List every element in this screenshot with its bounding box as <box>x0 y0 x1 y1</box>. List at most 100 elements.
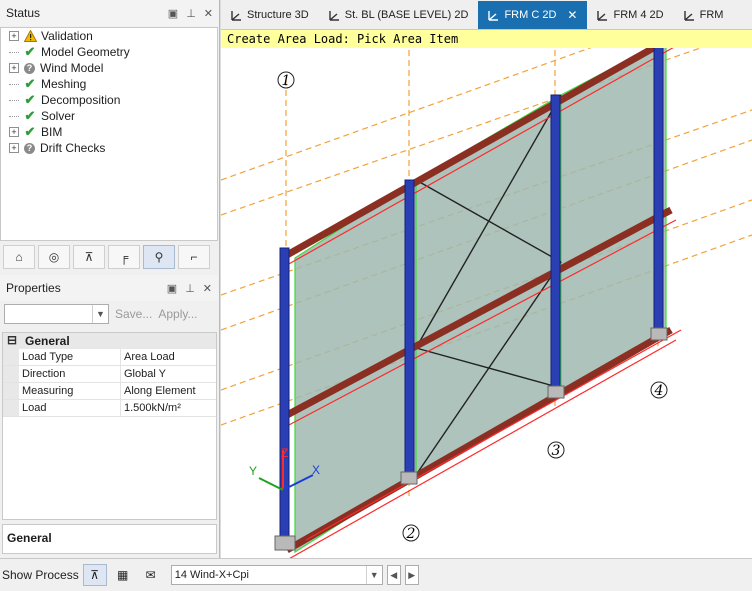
property-row[interactable]: Direction Global Y <box>3 366 216 383</box>
tree-connector <box>9 83 19 85</box>
property-row[interactable]: Measuring Along Element <box>3 383 216 400</box>
property-key: Direction <box>19 366 121 382</box>
mail-icon[interactable]: ✉ <box>139 564 163 586</box>
status-item[interactable]: ✔ Model Geometry <box>1 44 217 60</box>
chevron-down-icon: ▼ <box>365 566 382 584</box>
tab-frm-4-2d[interactable]: FRM 4 2D <box>587 1 673 29</box>
status-item-label: Meshing <box>41 77 87 91</box>
load-case-value: 14 Wind-X+Cpi <box>174 569 249 581</box>
axis-z-label: Z <box>281 446 288 460</box>
property-key: Load <box>19 400 121 416</box>
status-item-label: Decomposition <box>41 93 121 107</box>
status-panel-title: Status <box>6 6 41 20</box>
status-item-label: Drift Checks <box>40 141 106 155</box>
column-view-button[interactable]: ╒ <box>108 245 140 269</box>
lock-view-button[interactable]: ⚲ <box>143 245 175 269</box>
property-row[interactable]: Load Type Area Load <box>3 349 216 366</box>
tab-label: FRM <box>699 9 724 21</box>
unknown-status-icon: ? <box>24 62 35 74</box>
property-category[interactable]: ⊟ General <box>3 333 216 349</box>
property-grid: ⊟ General Load Type Area Load Direction … <box>2 332 217 520</box>
property-row[interactable]: Load 1.500kN/m² <box>3 400 216 417</box>
left-pane: Status ▣ ⊥ ✕ + Validation ✔ Model Geometry +… <box>0 0 220 558</box>
axis-y-label: Y <box>249 464 257 478</box>
close-icon[interactable]: ✕ <box>204 7 213 20</box>
status-item[interactable]: + Validation <box>1 28 217 44</box>
show-process-label: Show Process <box>2 568 79 582</box>
structure-drawing[interactable]: 1 2 3 4 Z X Y <box>221 30 752 558</box>
check-icon: ✔ <box>24 44 36 59</box>
unknown-status-icon: ? <box>24 142 35 154</box>
property-set-select[interactable]: ▼ <box>4 304 109 324</box>
status-panel-header: Status ▣ ⊥ ✕ <box>0 0 219 26</box>
status-tree: + Validation ✔ Model Geometry +? Wind Model ✔ M… <box>0 27 218 241</box>
status-item[interactable]: + ✔ BIM <box>1 124 217 140</box>
pin-icon[interactable]: ⊥ <box>186 7 196 20</box>
save-button[interactable]: Save... <box>115 307 152 321</box>
status-item-label: Model Geometry <box>41 45 130 59</box>
collapse-icon[interactable]: ⊟ <box>7 334 19 347</box>
grid-marker-4: 4 <box>654 383 664 399</box>
show-mesh-button[interactable]: ▦ <box>111 564 135 586</box>
tab-base-level-2d[interactable]: St. BL (BASE LEVEL) 2D <box>319 1 479 29</box>
status-item[interactable]: +? Wind Model <box>1 60 217 76</box>
property-description: General <box>2 524 217 554</box>
show-load-button[interactable]: ⊼ <box>82 564 107 586</box>
status-item[interactable]: ✔ Solver <box>1 108 217 124</box>
tree-connector <box>9 115 19 117</box>
property-value[interactable]: Global Y <box>121 366 216 382</box>
tab-frm-c-2d[interactable]: FRM C 2D ✕ <box>478 1 588 29</box>
property-key: Load Type <box>19 349 121 365</box>
properties-panel-title: Properties <box>6 281 61 295</box>
expand-icon[interactable]: + <box>9 127 19 137</box>
status-item[interactable]: ✔ Meshing <box>1 76 217 92</box>
close-icon[interactable]: ✕ <box>203 282 212 295</box>
status-item[interactable]: ✔ Decomposition <box>1 92 217 108</box>
apply-button[interactable]: Apply... <box>158 307 197 321</box>
grid-marker-1: 1 <box>282 73 291 89</box>
wall-panels[interactable] <box>294 39 667 554</box>
tab-label: FRM 4 2D <box>613 9 664 21</box>
previous-case-button[interactable]: ◀ <box>386 565 401 585</box>
frame-view-button[interactable]: ⌂ <box>3 245 35 269</box>
property-category-label: General <box>25 334 70 348</box>
status-item-label: Solver <box>41 109 76 123</box>
tab-structure-3d[interactable]: Structure 3D <box>221 1 319 29</box>
property-value[interactable]: Along Element <box>121 383 216 399</box>
properties-panel-header: Properties ▣ ⊥ ✕ <box>0 275 218 301</box>
tab-frm[interactable]: FRM <box>674 1 734 29</box>
check-icon: ✔ <box>24 76 36 91</box>
property-value[interactable]: 1.500kN/m² <box>121 400 216 416</box>
command-hint: Create Area Load: Pick Area Item <box>221 30 752 48</box>
pin-icon[interactable]: ⊥ <box>185 282 195 295</box>
load-case-select[interactable]: 14 Wind-X+Cpi ▼ <box>170 565 383 585</box>
model-viewport[interactable]: 1 2 3 4 Z X Y Create Area Load: Pick Are… <box>221 30 752 558</box>
expand-icon[interactable]: + <box>9 143 19 153</box>
load-view-button[interactable]: ⊼ <box>73 245 105 269</box>
status-item[interactable]: +? Drift Checks <box>1 140 217 156</box>
next-case-button[interactable]: ▶ <box>404 565 419 585</box>
warning-icon <box>23 29 37 43</box>
grid-marker-3: 3 <box>552 443 561 459</box>
axis-x-label: X <box>312 463 320 477</box>
expand-icon[interactable]: + <box>9 63 19 73</box>
view-3d-icon <box>231 10 241 21</box>
tab-label: St. BL (BASE LEVEL) 2D <box>344 9 469 21</box>
panel-menu-icon[interactable]: ▣ <box>167 282 177 295</box>
grid-marker-2: 2 <box>406 526 416 542</box>
expand-icon[interactable]: + <box>9 31 19 41</box>
view-frame-icon <box>683 10 694 21</box>
close-tab-icon[interactable]: ✕ <box>567 8 577 22</box>
property-key: Measuring <box>19 383 121 399</box>
status-item-label: BIM <box>41 125 63 139</box>
panel-menu-icon[interactable]: ▣ <box>168 7 178 20</box>
mesh-view-button[interactable]: ◎ <box>38 245 70 269</box>
status-toolbar: ⌂ ◎ ⊼ ╒ ⚲ ⌐ <box>0 243 218 271</box>
property-value[interactable]: Area Load <box>121 349 216 365</box>
tree-connector <box>9 99 19 101</box>
beam-view-button[interactable]: ⌐ <box>178 245 210 269</box>
view-frame-icon <box>597 10 608 21</box>
check-icon: ✔ <box>24 124 36 139</box>
status-item-label: Validation <box>41 29 93 43</box>
check-icon: ✔ <box>24 108 36 123</box>
